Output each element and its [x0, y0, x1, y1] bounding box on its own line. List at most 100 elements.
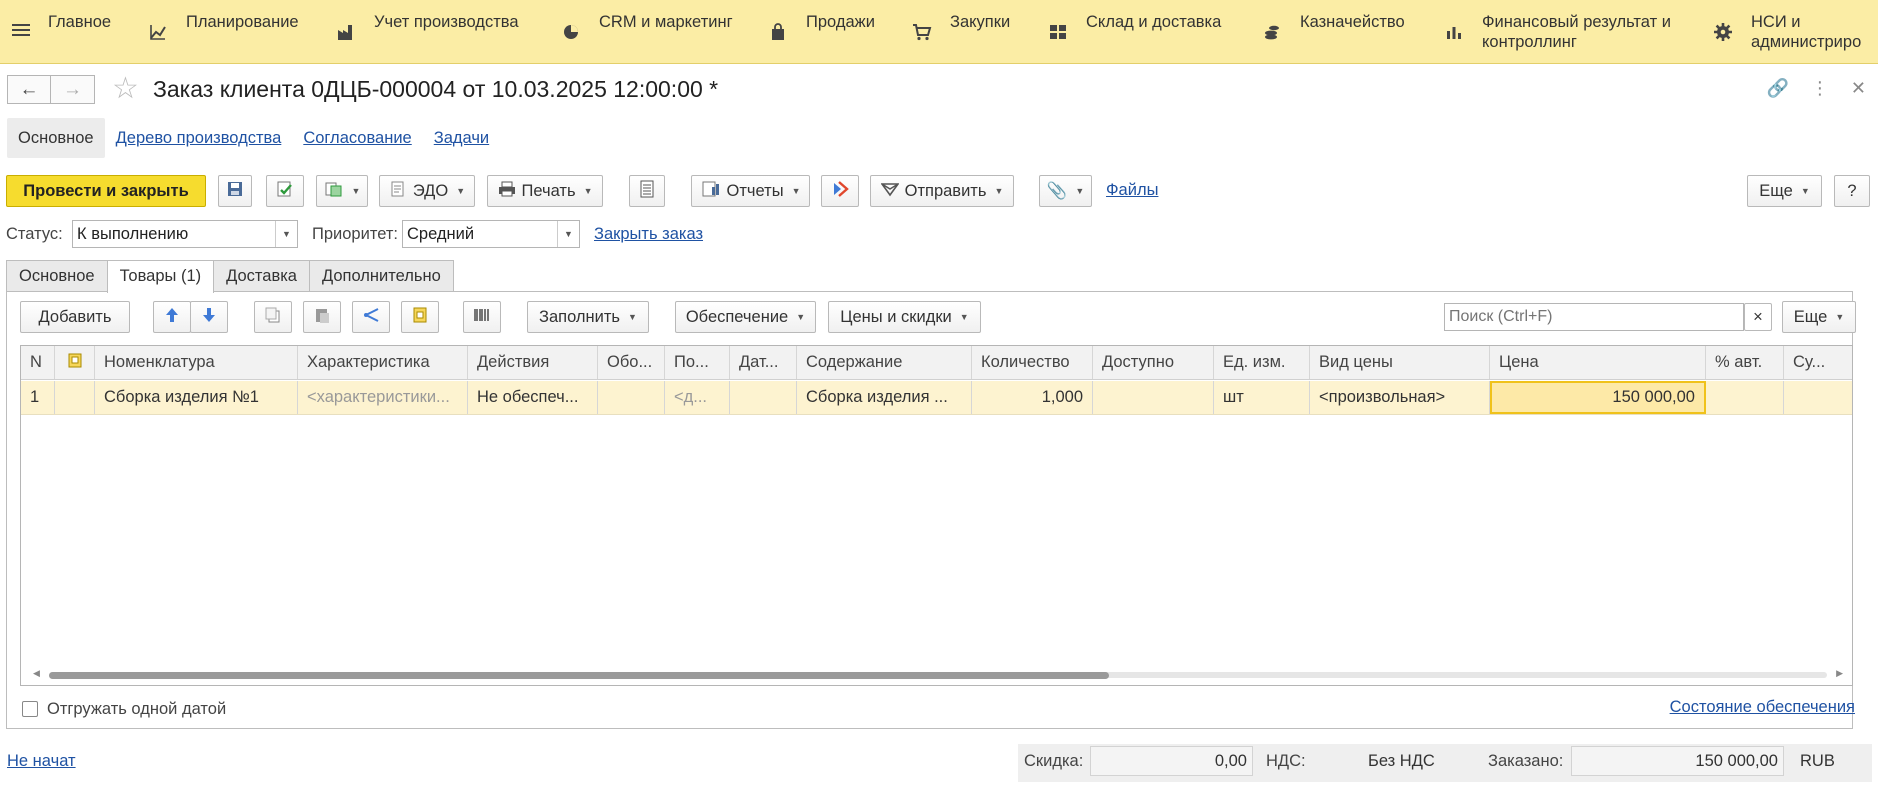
reports-button[interactable]: Отчеты ▼ — [691, 175, 810, 207]
provision-state-link[interactable]: Состояние обеспечения — [1670, 698, 1855, 717]
section-production[interactable]: Учет производства — [336, 12, 519, 42]
split-row-button[interactable] — [352, 301, 390, 333]
print-button[interactable]: Печать ▼ — [487, 175, 603, 207]
cell-actions[interactable]: Не обеспеч... — [468, 381, 598, 414]
provision-button[interactable]: Обеспечение ▼ — [675, 301, 816, 333]
fill-from-selection-button[interactable] — [401, 301, 439, 333]
save-button[interactable] — [218, 175, 252, 207]
goods-more-button[interactable]: Еще ▼ — [1782, 301, 1856, 333]
column-header-price-type[interactable]: Вид цены — [1310, 346, 1490, 379]
section-warehouse[interactable]: Склад и доставка — [1048, 12, 1221, 42]
post-button[interactable] — [266, 175, 304, 207]
column-header-unit[interactable]: Ед. изм. — [1214, 346, 1310, 379]
ship-one-date-checkbox[interactable] — [22, 701, 38, 717]
column-header-nomenclature[interactable]: Номенклатура — [95, 346, 298, 379]
forward-button[interactable]: → — [51, 75, 95, 104]
document-structure-button[interactable] — [629, 175, 665, 207]
section-label: НСИ и — [1751, 13, 1801, 31]
move-up-button[interactable] — [153, 301, 191, 333]
tab-approval[interactable]: Согласование — [292, 118, 422, 158]
close-icon[interactable]: ✕ — [1851, 78, 1866, 99]
cell-available[interactable] — [1093, 381, 1214, 414]
send-button[interactable]: Отправить ▼ — [870, 175, 1014, 207]
status-select[interactable]: К выполнению ▼ — [72, 220, 298, 248]
column-header-sum[interactable]: Су... — [1784, 346, 1852, 379]
cell-content[interactable]: Сборка изделия ... — [797, 381, 972, 414]
menu-burger-icon[interactable] — [12, 24, 30, 40]
scroll-right-icon[interactable]: ▶ — [1836, 668, 1843, 679]
section-sales[interactable]: Продажи — [768, 12, 875, 42]
paste-row-button[interactable] — [303, 301, 341, 333]
section-treasury[interactable]: Казначейство — [1262, 12, 1405, 42]
chevron-down-icon[interactable]: ▼ — [557, 221, 579, 247]
column-header-quantity[interactable]: Количество — [972, 346, 1093, 379]
scroll-thumb[interactable] — [49, 672, 1109, 679]
column-header-price[interactable]: Цена — [1490, 346, 1706, 379]
page-tab-delivery[interactable]: Доставка — [213, 260, 310, 292]
section-finance[interactable]: Финансовый результат и контроллинг — [1444, 12, 1671, 52]
cell-n[interactable]: 1 — [21, 381, 55, 414]
column-header-available[interactable]: Доступно — [1093, 346, 1214, 379]
column-header-date[interactable]: Дат... — [730, 346, 797, 379]
cell-price-type[interactable]: <произвольная> — [1310, 381, 1490, 414]
tab-main[interactable]: Основное — [7, 118, 105, 158]
state-link[interactable]: Не начат — [7, 752, 76, 771]
cell-provision[interactable] — [598, 381, 665, 414]
attachments-button[interactable]: 📎 ▼ — [1039, 175, 1092, 207]
files-link[interactable]: Файлы — [1106, 181, 1158, 200]
priority-select[interactable]: Средний ▼ — [402, 220, 580, 248]
fill-button[interactable]: Заполнить ▼ — [527, 301, 649, 333]
table-row[interactable]: 1 Сборка изделия №1 <характеристики... Н… — [21, 381, 1852, 415]
cell-date[interactable] — [730, 381, 797, 414]
create-based-on-button[interactable]: ▼ — [316, 175, 368, 207]
cell-unit[interactable]: шт — [1214, 381, 1310, 414]
search-input[interactable] — [1444, 303, 1744, 331]
cell-quantity[interactable]: 1,000 — [972, 381, 1093, 414]
page-tab-goods[interactable]: Товары (1) — [106, 260, 215, 293]
section-planning[interactable]: Планирование — [148, 12, 299, 42]
barcode-button[interactable] — [463, 301, 501, 333]
prices-discounts-button[interactable]: Цены и скидки ▼ — [828, 301, 981, 333]
cell-icon[interactable] — [55, 381, 95, 414]
cell-supplier[interactable]: <д... — [665, 381, 730, 414]
column-header-supplier[interactable]: По... — [665, 346, 730, 379]
copy-row-button[interactable] — [254, 301, 292, 333]
column-header-n[interactable]: N — [21, 346, 55, 379]
move-down-button[interactable] — [190, 301, 228, 333]
more-vertical-icon[interactable]: ⋮ — [1811, 78, 1829, 99]
column-header-icon[interactable] — [55, 346, 95, 379]
cell-auto-discount[interactable] — [1706, 381, 1784, 414]
column-header-content[interactable]: Содержание — [797, 346, 972, 379]
page-tab-additional[interactable]: Дополнительно — [308, 260, 454, 292]
help-button[interactable]: ? — [1834, 175, 1870, 207]
clear-search-button[interactable]: × — [1744, 303, 1772, 331]
section-crm[interactable]: CRM и маркетинг — [561, 12, 733, 42]
column-header-actions[interactable]: Действия — [468, 346, 598, 379]
back-button[interactable]: ← — [7, 75, 51, 104]
edo-button[interactable]: ЭДО ▼ — [379, 175, 475, 207]
page-tab-main[interactable]: Основное — [6, 260, 108, 292]
more-button[interactable]: Еще ▼ — [1747, 175, 1822, 207]
cell-sum[interactable] — [1784, 381, 1852, 414]
chevron-down-icon[interactable]: ▼ — [275, 221, 297, 247]
tab-tasks[interactable]: Задачи — [423, 118, 500, 158]
horizontal-scrollbar[interactable]: ◀ ▶ — [33, 668, 1843, 680]
column-header-auto-discount[interactable]: % авт. — [1706, 346, 1784, 379]
add-row-button[interactable]: Добавить — [20, 301, 130, 333]
column-header-provision[interactable]: Обо... — [598, 346, 665, 379]
cell-price[interactable]: 150 000,00 — [1490, 381, 1706, 414]
section-main[interactable]: Главное — [48, 12, 111, 32]
favorite-star-icon[interactable]: ☆ — [112, 74, 139, 104]
cell-nomenclature[interactable]: Сборка изделия №1 — [95, 381, 298, 414]
section-label: Главное — [48, 13, 112, 31]
column-header-characteristic[interactable]: Характеристика — [298, 346, 468, 379]
tab-production-tree[interactable]: Дерево производства — [105, 118, 293, 158]
workflow-button[interactable] — [821, 175, 859, 207]
section-admin[interactable]: НСИ и администриро — [1713, 12, 1861, 52]
post-and-close-button[interactable]: Провести и закрыть — [6, 175, 206, 207]
close-order-link[interactable]: Закрыть заказ — [594, 225, 703, 244]
section-purchases[interactable]: Закупки — [912, 12, 1010, 42]
scroll-left-icon[interactable]: ◀ — [33, 668, 40, 679]
cell-characteristic[interactable]: <характеристики... — [298, 381, 468, 414]
link-icon[interactable]: 🔗 — [1766, 78, 1788, 99]
